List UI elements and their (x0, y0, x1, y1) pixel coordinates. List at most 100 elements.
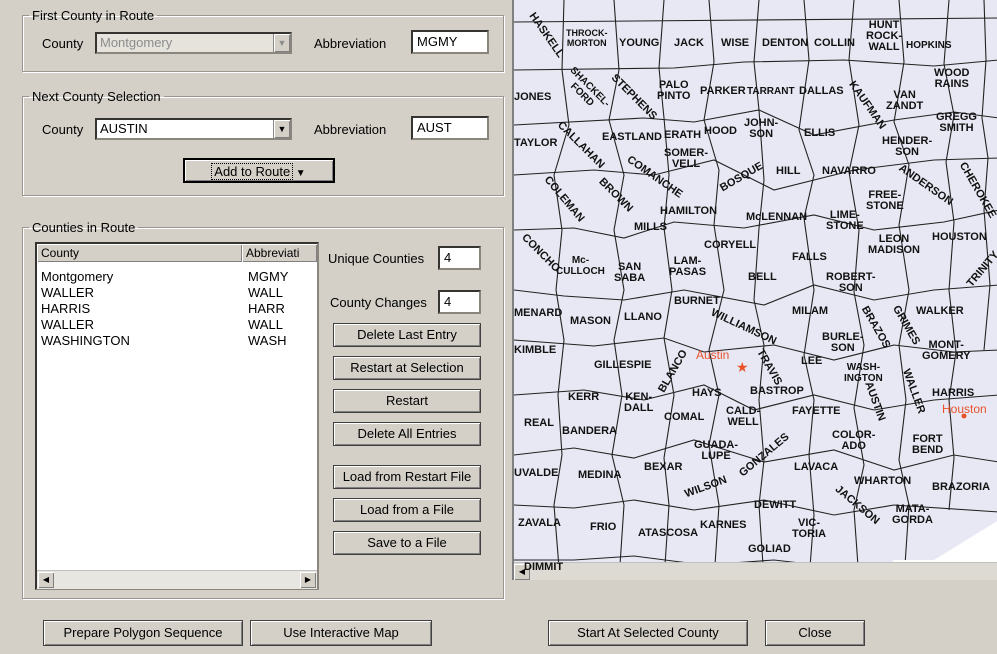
add-to-route-button[interactable]: Add to Route ▼ (183, 158, 335, 183)
county-label-kendall[interactable]: KEN- DALL (624, 392, 653, 414)
county-label-wise[interactable]: WISE (721, 38, 749, 49)
county-label-burnet[interactable]: BURNET (674, 296, 720, 307)
county-label-wharton[interactable]: WHARTON (854, 476, 911, 487)
next-county-select[interactable]: AUSTIN ▼ (95, 118, 292, 140)
county-label-uvalde[interactable]: UVALDE (514, 468, 558, 479)
map-horizontal-scrollbar[interactable]: ◀ (514, 562, 997, 580)
start-at-selected-county-button[interactable]: Start At Selected County (548, 620, 748, 646)
save-to-file-button[interactable]: Save to a File (333, 531, 481, 555)
county-label-kerr[interactable]: KERR (568, 392, 599, 403)
load-from-restart-file-button[interactable]: Load from Restart File (333, 465, 481, 489)
county-label-parker[interactable]: PARKER (700, 86, 746, 97)
county-label-houston[interactable]: HOUSTON (932, 232, 987, 243)
county-label-hopkins[interactable]: HOPKINS (906, 40, 952, 51)
county-label-tarrant[interactable]: TARRANT (747, 86, 795, 97)
list-item[interactable]: WASH (248, 334, 287, 348)
restart-at-selection-button[interactable]: Restart at Selection (333, 356, 481, 380)
county-label-sansaba[interactable]: SAN SABA (614, 262, 645, 284)
list-item[interactable]: HARRIS (41, 302, 90, 316)
county-label-hunt[interactable]: HUNT ROCK- WALL (866, 20, 902, 53)
list-item[interactable]: WALL (248, 286, 283, 300)
first-abbrev-field[interactable]: MGMY (411, 30, 489, 54)
county-label-vanzandt[interactable]: VAN ZANDT (886, 90, 923, 112)
county-label-llano[interactable]: LLANO (624, 312, 662, 323)
county-label-montgomery[interactable]: MONT- GOMERY (922, 340, 971, 362)
county-label-jones[interactable]: JONES (514, 92, 551, 103)
close-button[interactable]: Close (765, 620, 865, 646)
county-label-gregg[interactable]: GREGG SMITH (936, 112, 977, 134)
scroll-left-icon[interactable]: ◀ (38, 572, 54, 588)
county-map[interactable]: ★ ◀ HASKELL THROCK- MORTON YOUNG JACK WIS… (512, 0, 997, 580)
county-label-zavala[interactable]: ZAVALA (518, 518, 561, 529)
county-label-hill[interactable]: HILL (776, 166, 800, 177)
delete-all-entries-button[interactable]: Delete All Entries (333, 422, 481, 446)
list-horizontal-scrollbar[interactable]: ◀ ▶ (37, 570, 317, 589)
chevron-down-icon[interactable]: ▼ (273, 120, 290, 138)
list-item[interactable]: WALLER (41, 286, 94, 300)
county-label-navarro[interactable]: NAVARRO (822, 166, 876, 177)
load-from-file-button[interactable]: Load from a File (333, 498, 481, 522)
county-label-milam[interactable]: MILAM (792, 306, 828, 317)
county-label-burleson[interactable]: BURLE- SON (822, 332, 864, 354)
county-label-erath[interactable]: ERATH (664, 130, 701, 141)
county-label-fayette[interactable]: FAYETTE (792, 406, 841, 417)
use-interactive-map-button[interactable]: Use Interactive Map (250, 620, 432, 646)
county-label-menard[interactable]: MENARD (514, 308, 562, 319)
delete-last-entry-button[interactable]: Delete Last Entry (333, 323, 481, 347)
county-label-washington[interactable]: WASH- INGTON (844, 362, 883, 384)
county-label-collin[interactable]: COLLIN (814, 38, 855, 49)
county-label-bell[interactable]: BELL (748, 272, 777, 283)
county-label-jack[interactable]: JACK (674, 38, 704, 49)
county-label-somervell[interactable]: SOMER- VELL (664, 148, 708, 170)
county-label-brazoria[interactable]: BRAZORIA (932, 482, 990, 493)
county-label-colorado[interactable]: COLOR- ADO (832, 430, 875, 452)
county-label-leon[interactable]: LEON MADISON (868, 234, 920, 256)
county-label-taylor[interactable]: TAYLOR (514, 138, 557, 149)
county-label-bastrop[interactable]: BASTROP (750, 386, 804, 397)
county-label-goliad[interactable]: GOLIAD (748, 544, 791, 555)
county-label-mason[interactable]: MASON (570, 316, 611, 327)
county-label-dimmit[interactable]: DIMMIT (524, 562, 563, 573)
county-label-falls[interactable]: FALLS (792, 252, 827, 263)
route-list[interactable]: County Abbreviati Montgomery MGMY WALLER… (35, 242, 319, 590)
list-item[interactable]: Montgomery (41, 270, 113, 284)
county-label-hays[interactable]: HAYS (692, 388, 722, 399)
list-item[interactable]: MGMY (248, 270, 288, 284)
county-label-ellis[interactable]: ELLIS (804, 128, 835, 139)
next-abbrev-field[interactable]: AUST (411, 116, 489, 140)
county-label-lavaca[interactable]: LAVACA (794, 462, 838, 473)
county-label-caldwell[interactable]: CALD- WELL (726, 406, 760, 428)
county-label-palopinto[interactable]: PALO PINTO (657, 80, 690, 102)
column-header-abbrev[interactable]: Abbreviati (242, 244, 317, 262)
prepare-polygon-sequence-button[interactable]: Prepare Polygon Sequence (43, 620, 243, 646)
county-label-johnson[interactable]: JOHN- SON (744, 118, 778, 140)
county-label-walker[interactable]: WALKER (916, 306, 964, 317)
list-item[interactable]: HARR (248, 302, 285, 316)
county-label-matagorda[interactable]: MATA- GORDA (892, 504, 933, 526)
county-label-limestone[interactable]: LIME- STONE (826, 210, 864, 232)
county-label-comal[interactable]: COMAL (664, 412, 704, 423)
county-label-medina[interactable]: MEDINA (578, 470, 621, 481)
county-label-lampasas[interactable]: LAM- PASAS (669, 256, 706, 278)
county-label-fortbend[interactable]: FORT BEND (912, 434, 943, 456)
county-label-victoria[interactable]: VIC- TORIA (792, 518, 826, 540)
county-label-throckmorton[interactable]: THROCK- MORTON (566, 28, 608, 48)
county-label-coryell[interactable]: CORYELL (704, 240, 756, 251)
county-label-freestone[interactable]: FREE- STONE (866, 190, 904, 212)
county-label-young[interactable]: YOUNG (619, 38, 659, 49)
county-label-karnes[interactable]: KARNES (700, 520, 746, 531)
county-label-wood[interactable]: WOOD RAINS (934, 68, 969, 90)
list-item[interactable]: WALLER (41, 318, 94, 332)
county-label-henderson[interactable]: HENDER- SON (882, 136, 932, 158)
county-label-denton[interactable]: DENTON (762, 38, 808, 49)
list-item[interactable]: WASHINGTON (41, 334, 130, 348)
column-header-county[interactable]: County (37, 244, 242, 262)
county-label-real[interactable]: REAL (524, 418, 554, 429)
county-label-atascosa[interactable]: ATASCOSA (638, 528, 698, 539)
county-label-mcculloch[interactable]: Mc- CULLOCH (556, 255, 605, 277)
county-label-eastland[interactable]: EASTLAND (602, 132, 662, 143)
county-label-mills[interactable]: MILLS (634, 222, 667, 233)
county-label-harris[interactable]: HARRIS (932, 388, 974, 399)
restart-button[interactable]: Restart (333, 389, 481, 413)
county-label-mclennan[interactable]: McLENNAN (746, 212, 807, 223)
